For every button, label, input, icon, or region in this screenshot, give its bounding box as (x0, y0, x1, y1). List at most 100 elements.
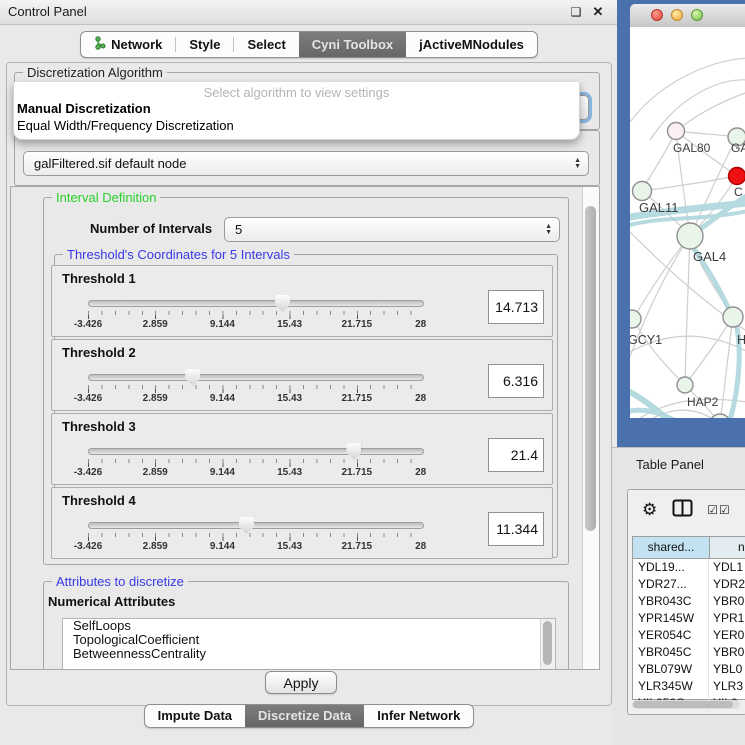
threshold-value-field[interactable]: 6.316 (488, 364, 544, 398)
slider-thumb[interactable] (239, 517, 254, 534)
tab-cyni-toolbox[interactable]: Cyni Toolbox (299, 32, 406, 57)
tab-network[interactable]: Network (81, 32, 175, 57)
table-header-row: shared... na (633, 537, 745, 559)
node-label: HAP2 (687, 395, 719, 409)
tick-label: 2.859 (143, 467, 168, 478)
threshold-4-panel: Threshold 4 -3.426 2.859 9.144 15.43 21.… (51, 487, 553, 559)
slider-thumb[interactable] (275, 295, 290, 312)
threshold-label: Threshold 4 (62, 493, 136, 508)
table-horizontal-scrollbar[interactable] (632, 700, 740, 709)
tick-label: 21.715 (342, 393, 373, 404)
gear-icon[interactable]: ⚙ (642, 500, 657, 520)
column-header[interactable]: na (710, 537, 745, 558)
list-item[interactable]: BetweennessCentrality (63, 647, 555, 661)
tab-style[interactable]: Style (176, 32, 233, 57)
threshold-1-slider[interactable]: -3.426 2.859 9.144 15.43 21.715 28 (88, 296, 424, 330)
network-icon (94, 36, 106, 53)
tick-label: 9.144 (210, 467, 235, 478)
dropdown-hint: Select algorithm to view settings (14, 85, 579, 100)
network-node[interactable] (677, 377, 693, 393)
threshold-3-panel: Threshold 3 -3.426 2.859 9.144 15.43 21.… (51, 413, 553, 485)
tab-impute-data[interactable]: Impute Data (145, 705, 245, 727)
table-row[interactable]: YBL079WYBL0 (633, 661, 745, 678)
select-columns-icon[interactable]: ☑☑ (707, 503, 731, 517)
tab-jactivemnodules[interactable]: jActiveMNodules (406, 32, 537, 57)
panel-title: Control Panel (8, 0, 87, 24)
network-canvas[interactable]: GAL80GACGAL11GAL4GCY1HHAP2 (630, 27, 745, 418)
float-window-icon[interactable]: ❑ (566, 0, 586, 24)
group-title: Discretization Algorithm (23, 65, 167, 80)
slider-ticks (88, 385, 424, 393)
table-panel-region: Table Panel ⚙ ☑☑ shared... na YDL19...YD… (612, 447, 745, 745)
slider-thumb[interactable] (346, 443, 361, 460)
list-item[interactable]: TopologicalCoefficient (63, 633, 555, 647)
threshold-1-panel: Threshold 1 -3.426 2.859 9.144 15.43 21.… (51, 265, 553, 337)
slider-ticks (88, 533, 424, 541)
apply-button[interactable]: Apply (265, 671, 337, 694)
numerical-attributes-list[interactable]: SelfLoops TopologicalCoefficient Between… (62, 618, 556, 670)
table-row[interactable]: YER054CYER0 (633, 627, 745, 644)
threshold-value-field[interactable]: 11.344 (488, 512, 544, 546)
threshold-label: Threshold 1 (62, 271, 136, 286)
table-panel-title: Table Panel (636, 457, 704, 472)
network-window-frame[interactable]: GAL80GACGAL11GAL4GCY1HHAP2 (617, 0, 745, 447)
list-scrollbar[interactable] (540, 619, 555, 670)
scrollbar-thumb[interactable] (633, 701, 733, 708)
tick-label: 28 (415, 467, 426, 478)
tick-label: 15.43 (277, 541, 302, 552)
table-row[interactable]: YBR043CYBR0 (633, 593, 745, 610)
threshold-value-field[interactable]: 14.713 (488, 290, 544, 324)
node-label: GCY1 (630, 333, 662, 347)
table-row[interactable]: YLR345WYLR3 (633, 678, 745, 695)
scrollbar-thumb[interactable] (585, 206, 596, 531)
threshold-value-field[interactable]: 21.4 (488, 438, 544, 472)
network-node[interactable] (630, 310, 641, 328)
list-item[interactable]: SelfLoops (63, 619, 555, 633)
tick-label: 21.715 (342, 467, 373, 478)
mac-zoom-icon[interactable] (691, 9, 703, 21)
split-panel-icon[interactable] (672, 499, 693, 522)
table-row[interactable]: YPR145WYPR1 (633, 610, 745, 627)
table-panel: ⚙ ☑☑ shared... na YDL19...YDL1 YDR27...Y… (627, 489, 745, 715)
threshold-2-slider[interactable]: -3.426 2.859 9.144 15.43 21.715 28 (88, 370, 424, 404)
network-node[interactable] (729, 168, 745, 185)
control-panel-tabbar: Network Style Select Cyni Toolbox jActiv… (0, 31, 618, 58)
node-label: H (737, 333, 745, 347)
slider-track[interactable] (88, 374, 424, 381)
attributes-group: Attributes to discretize Numerical Attri… (43, 581, 569, 670)
network-node[interactable] (633, 182, 652, 201)
close-window-icon[interactable]: ✕ (588, 0, 608, 24)
number-of-intervals-combo[interactable]: 5 ▲▼ (224, 217, 560, 242)
tab-infer-network[interactable]: Infer Network (364, 705, 473, 727)
tick-label: -3.426 (74, 467, 102, 478)
group-title: Interval Definition (52, 190, 160, 205)
column-header[interactable]: shared... (633, 537, 710, 558)
tick-label: 28 (415, 393, 426, 404)
threshold-4-slider[interactable]: -3.426 2.859 9.144 15.43 21.715 28 (88, 518, 424, 552)
table-row[interactable]: YDL19...YDL1 (633, 559, 745, 576)
slider-track[interactable] (88, 300, 424, 307)
dropdown-option-equal-width[interactable]: Equal Width/Frequency Discretization (14, 117, 579, 134)
tab-select[interactable]: Select (234, 32, 298, 57)
tick-label: 15.43 (277, 319, 302, 330)
mac-close-icon[interactable] (651, 9, 663, 21)
mac-minimize-icon[interactable] (671, 9, 683, 21)
settings-scrollbar[interactable] (582, 187, 599, 669)
slider-thumb[interactable] (185, 369, 200, 386)
table-row[interactable]: YBR045CYBR0 (633, 644, 745, 661)
dropdown-option-manual[interactable]: Manual Discretization (14, 100, 579, 117)
table-data-combo[interactable]: galFiltered.sif default node ▲▼ (23, 151, 589, 176)
tick-label: 15.43 (277, 467, 302, 478)
table-row[interactable]: YDR27...YDR2 (633, 576, 745, 593)
tab-discretize-data[interactable]: Discretize Data (245, 705, 364, 727)
slider-track[interactable] (88, 522, 424, 529)
algorithm-dropdown-popup: Select algorithm to view settings Manual… (13, 82, 580, 140)
network-node[interactable] (668, 123, 685, 140)
threshold-3-slider[interactable]: -3.426 2.859 9.144 15.43 21.715 28 (88, 444, 424, 478)
network-node[interactable] (677, 223, 703, 249)
network-window-titlebar (630, 4, 745, 28)
slider-track[interactable] (88, 448, 424, 455)
network-node[interactable] (723, 307, 743, 327)
tick-label: 21.715 (342, 541, 373, 552)
node-label: GAL4 (693, 249, 726, 264)
